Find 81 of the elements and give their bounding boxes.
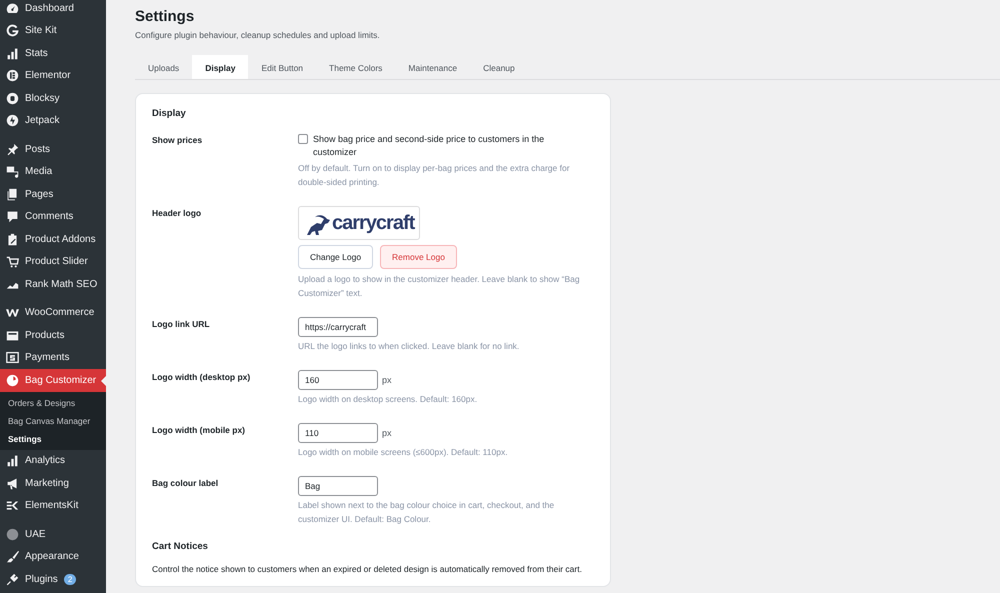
speech-bubble-icon bbox=[6, 210, 19, 224]
bar-chart-icon bbox=[6, 454, 19, 468]
sidebar-item[interactable]: Payments bbox=[0, 346, 106, 369]
tab[interactable]: Cleanup bbox=[470, 55, 528, 79]
sidebar-item[interactable]: Products bbox=[0, 324, 106, 346]
sidebar-item[interactable]: ElementsKit bbox=[0, 494, 106, 517]
box-icon bbox=[6, 328, 19, 342]
sidebar-item[interactable]: WooCommerce bbox=[0, 302, 106, 324]
bar-chart-icon bbox=[6, 46, 19, 60]
dollar-icon bbox=[6, 351, 19, 364]
tab[interactable]: Display bbox=[192, 55, 248, 79]
section-description: Control the notice shown to customers when an expired or deleted design is automatically removed from their cart. bbox=[152, 563, 583, 576]
pin-icon bbox=[6, 142, 19, 156]
submenu-item[interactable]: Orders & Designs bbox=[0, 394, 106, 412]
sidebar-item[interactable]: Plugins 2 bbox=[0, 568, 106, 590]
submenu-item[interactable]: Settings bbox=[0, 430, 106, 448]
sidebar-item[interactable]: Appearance bbox=[0, 546, 106, 568]
field-label: Header logo bbox=[152, 207, 202, 220]
sidebar-item[interactable]: Rank Math SEO bbox=[0, 273, 106, 296]
sidebar-item[interactable]: Pages bbox=[0, 183, 106, 206]
sidebar-item[interactable]: Media bbox=[0, 160, 106, 183]
tab[interactable]: Theme Colors bbox=[316, 55, 396, 79]
g-icon bbox=[6, 24, 19, 38]
circle-icon bbox=[6, 69, 19, 82]
checkbox-label: Show bag price and second-side price to customers in the customizer bbox=[313, 133, 546, 159]
section-heading: Display bbox=[152, 108, 187, 119]
bolt-icon bbox=[6, 114, 19, 128]
field-label: Logo link URL bbox=[152, 318, 211, 331]
sidebar-item[interactable]: Bag Customizer bbox=[0, 369, 106, 392]
tab[interactable]: Uploads bbox=[135, 55, 192, 79]
sidebar-item[interactable]: Marketing bbox=[0, 472, 106, 494]
sidebar-item[interactable]: Dashboard bbox=[0, 0, 106, 20]
remove-button[interactable]: Remove Logo bbox=[380, 245, 457, 269]
clipboard-icon bbox=[6, 232, 19, 246]
tab[interactable]: Edit Button bbox=[248, 55, 316, 79]
help-text: Logo width on mobile screens (≤600px). Default: 110px. bbox=[298, 446, 509, 459]
change-button[interactable]: Change Logo bbox=[298, 245, 374, 269]
gauge-icon bbox=[6, 2, 19, 15]
paintbrush-icon bbox=[6, 550, 19, 564]
sidebar-item[interactable]: Product Slider bbox=[0, 250, 106, 273]
page-subtitle: Configure plugin behaviour, cleanup schedules and upload limits. bbox=[135, 30, 381, 40]
cart-icon bbox=[6, 255, 19, 268]
sidebar-item[interactable]: Analytics bbox=[0, 450, 106, 472]
help-text: URL the logo links to when clicked. Leave blank for no link. bbox=[298, 340, 520, 353]
pointer-arrow bbox=[101, 376, 106, 386]
section-heading: Cart Notices bbox=[152, 541, 209, 552]
sidebar-item[interactable]: Elementor bbox=[0, 64, 106, 87]
submenu-item[interactable]: Bag Canvas Manager bbox=[0, 412, 106, 430]
sidebar-item[interactable]: UAE bbox=[0, 523, 106, 546]
sidebar-item[interactable]: Jetpack bbox=[0, 110, 106, 132]
input-field[interactable]: Bag bbox=[298, 476, 378, 496]
sidebar-item[interactable]: Product Addons bbox=[0, 228, 106, 250]
field-label: Show prices bbox=[152, 134, 204, 147]
field-label: Logo width (desktop px) bbox=[152, 371, 252, 384]
input-field[interactable]: https://carrycraft bbox=[298, 317, 378, 337]
sidebar-item[interactable]: Comments bbox=[0, 206, 106, 228]
page-title: Settings bbox=[135, 8, 196, 25]
ek-icon bbox=[6, 499, 19, 512]
count-badge: 2 bbox=[64, 574, 76, 585]
circle-icon bbox=[6, 92, 19, 105]
unit-label: px bbox=[382, 375, 392, 385]
sidebar-item[interactable]: Site Kit bbox=[0, 20, 106, 42]
circle-icon bbox=[6, 528, 19, 541]
help-text: Logo width on desktop screens. Default: 160px. bbox=[298, 393, 478, 406]
field-label: Logo width (mobile px) bbox=[152, 424, 246, 437]
help-text: Off by default. Turn on to display per-bag prices and the extra charge for double-sided printing. bbox=[298, 162, 571, 189]
unit-label: px bbox=[382, 428, 392, 438]
sidebar-item[interactable]: Stats bbox=[0, 42, 106, 64]
help-text: Upload a logo to show in the customizer header. Leave blank to show “Bag Customizer” text. bbox=[298, 273, 581, 300]
megaphone-icon bbox=[6, 476, 19, 490]
help-text: Label shown next to the bag colour choice in cart, checkout, and the customizer UI. Default: Bag Colour. bbox=[298, 499, 556, 526]
field-label: Bag colour label bbox=[152, 477, 220, 490]
sidebar-item[interactable]: Posts bbox=[0, 138, 106, 160]
sidebar-item[interactable]: Blocksy bbox=[0, 87, 106, 110]
checkbox[interactable] bbox=[298, 134, 308, 144]
input-field[interactable]: 160 bbox=[298, 370, 378, 390]
pages-icon bbox=[6, 188, 19, 201]
tab[interactable]: Maintenance bbox=[395, 55, 470, 79]
input-field[interactable]: 110 bbox=[298, 423, 378, 443]
media-icon bbox=[6, 165, 19, 178]
logo-wordmark: carrycraft bbox=[332, 212, 414, 234]
